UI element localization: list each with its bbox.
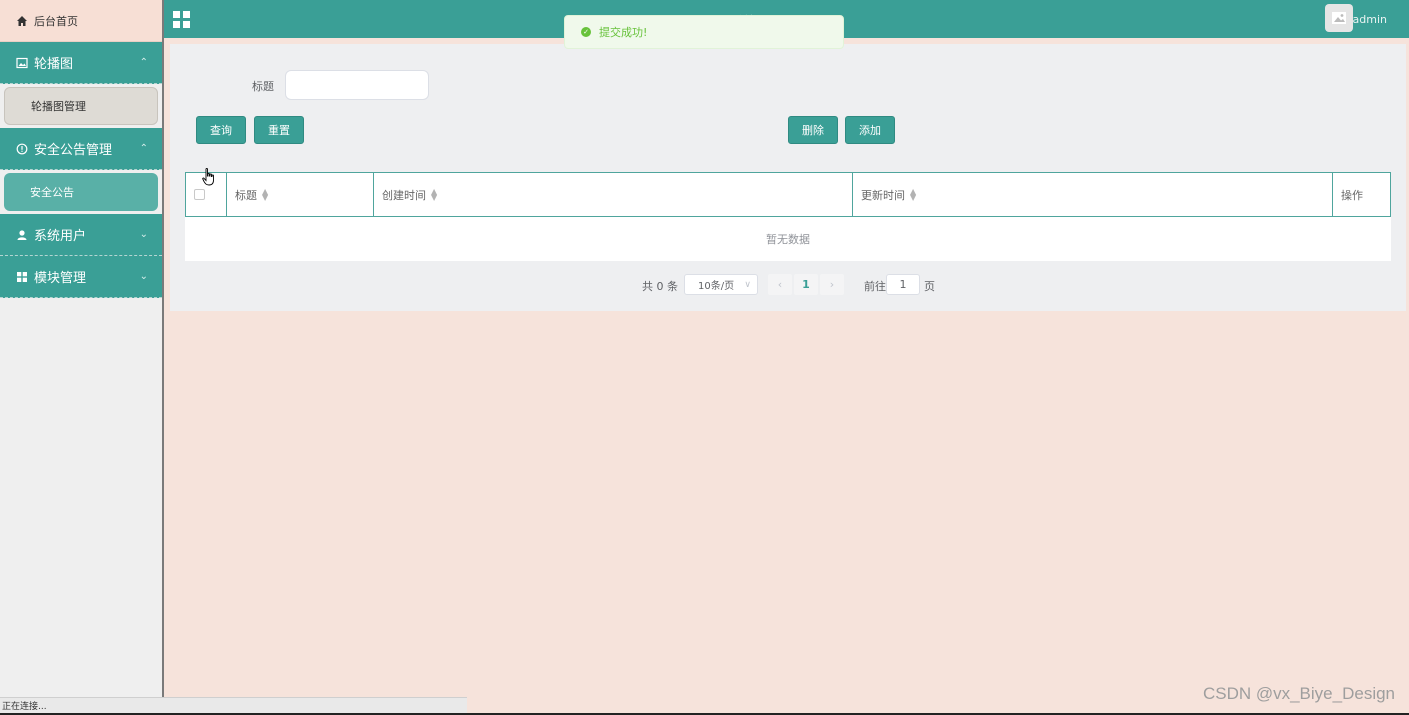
prev-page-button[interactable]: ‹ — [768, 274, 792, 295]
sidebar-item-home[interactable]: 后台首页 — [0, 0, 162, 42]
toast-message: 提交成功! — [599, 26, 648, 39]
add-button[interactable]: 添加 — [845, 116, 895, 144]
browser-status-bar: 正在连接... — [0, 697, 467, 713]
sidebar-group-label: 安全公告管理 — [34, 143, 113, 158]
picture-icon — [16, 57, 28, 68]
username[interactable]: admin — [1353, 13, 1387, 26]
sort-icon[interactable]: ▲ ▼ — [262, 187, 268, 201]
reset-button[interactable]: 重置 — [254, 116, 304, 144]
chevron-down-icon: ∨ — [744, 279, 751, 290]
sidebar-group-label: 系统用户 — [34, 229, 87, 244]
success-toast: ✓ 提交成功! — [564, 15, 844, 49]
search-title-label: 标题 — [252, 80, 274, 93]
sort-icon[interactable]: ▲ ▼ — [431, 187, 437, 201]
sidebar-item-carousel-manage[interactable]: 轮播图管理 — [4, 87, 158, 125]
table-header: 标题 ▲ ▼ 创建时间 ▲ ▼ 更新时间 ▲ ▼ 操作 — [185, 172, 1391, 217]
select-all-checkbox[interactable] — [194, 189, 205, 200]
sidebar-group-label: 模块管理 — [34, 271, 87, 286]
home-icon — [17, 15, 27, 26]
watermark: CSDN @vx_Biye_Design — [1202, 684, 1395, 703]
page-suffix: 页 — [924, 280, 935, 293]
query-button[interactable]: 查询 — [196, 116, 246, 144]
sidebar-item-label: 后台首页 — [34, 14, 78, 28]
search-title-input[interactable] — [285, 70, 429, 100]
pagination: 共 0 条 10条/页 ∨ ‹ 1 › 前往 1 页 — [170, 274, 1406, 296]
column-header-actions: 操作 — [1341, 188, 1363, 202]
goto-page-input[interactable]: 1 — [886, 274, 920, 295]
sidebar-group-users[interactable]: 系统用户 ⌄ — [0, 214, 162, 256]
data-table: 标题 ▲ ▼ 创建时间 ▲ ▼ 更新时间 ▲ ▼ 操作 暂无数据 — [185, 172, 1391, 261]
page-number[interactable]: 1 — [794, 274, 818, 295]
user-icon — [17, 229, 27, 240]
page-size-select[interactable]: 10条/页 ∨ — [684, 274, 758, 295]
main-panel: 标题 查询 重置 删除 添加 标题 ▲ ▼ 创建时间 ▲ ▼ 更新时间 ▲ ▼ 操作 — [170, 44, 1406, 311]
hand-cursor-icon — [202, 168, 214, 186]
column-header-created[interactable]: 创建时间 ▲ ▼ — [374, 173, 853, 216]
sidebar: 后台首页 轮播图 ⌃ 轮播图管理 安全公告管理 ⌃ 安全公告 系统用户 ⌄ 模块… — [0, 0, 164, 715]
goto-label: 前往 — [864, 280, 886, 293]
delete-button[interactable]: 删除 — [788, 116, 838, 144]
sort-icon[interactable]: ▲ ▼ — [910, 187, 916, 201]
column-header-title[interactable]: 标题 ▲ ▼ — [227, 173, 374, 216]
image-icon — [1332, 12, 1346, 24]
next-page-button[interactable]: › — [820, 274, 844, 295]
column-header-updated[interactable]: 更新时间 ▲ ▼ — [853, 173, 1333, 216]
grid-icon — [17, 271, 27, 282]
sidebar-group-label: 轮播图 — [34, 57, 74, 72]
table-empty-text: 暂无数据 — [766, 233, 810, 246]
info-icon — [16, 143, 28, 154]
sidebar-group-modules[interactable]: 模块管理 ⌄ — [0, 256, 162, 298]
avatar[interactable] — [1325, 4, 1353, 32]
sidebar-group-carousel[interactable]: 轮播图 ⌃ — [0, 42, 162, 84]
chevron-up-icon: ⌃ — [139, 143, 148, 154]
chevron-up-icon: ⌃ — [139, 57, 148, 68]
sidebar-group-notice[interactable]: 安全公告管理 ⌃ — [0, 128, 162, 170]
sidebar-item-label: 轮播图管理 — [31, 100, 86, 113]
chevron-down-icon: ⌄ — [139, 229, 148, 240]
pagination-total: 共 0 条 — [642, 280, 678, 293]
sidebar-item-notice[interactable]: 安全公告 — [4, 173, 158, 211]
check-circle-icon: ✓ — [581, 27, 591, 37]
grid-icon[interactable] — [173, 10, 190, 28]
sidebar-item-label: 安全公告 — [30, 186, 74, 199]
chevron-down-icon: ⌄ — [139, 271, 148, 282]
